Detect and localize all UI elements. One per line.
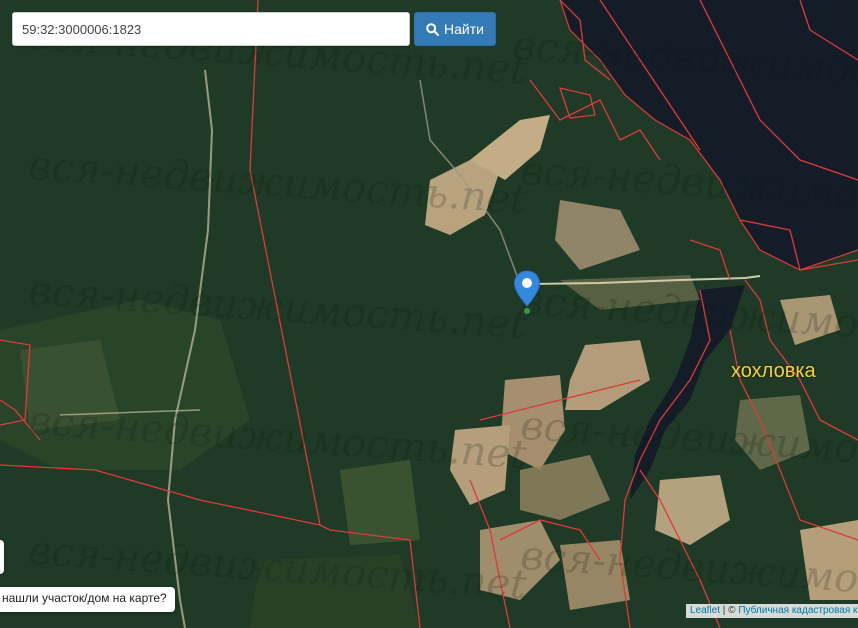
leaflet-link[interactable]: Leaflet xyxy=(690,605,720,616)
map-pin-icon[interactable] xyxy=(513,270,541,314)
satellite-imagery xyxy=(0,0,858,628)
map-view[interactable]: вся-недвижимость.net вся-недвижимость.ne… xyxy=(0,0,858,628)
place-label: хохловка xyxy=(731,360,816,382)
map-attribution: Leaflet | © Публичная кадастровая карта xyxy=(686,604,858,618)
attribution-separator: | © xyxy=(720,605,739,616)
search-icon xyxy=(426,22,440,36)
search-button-label: Найти xyxy=(444,21,484,37)
side-panel-toggle[interactable] xyxy=(0,540,4,574)
cadastral-number-search-input[interactable] xyxy=(12,12,410,46)
search-button[interactable]: Найти xyxy=(414,12,496,46)
cadastral-map-link[interactable]: Публичная кадастровая карта xyxy=(738,605,858,616)
feedback-prompt[interactable]: нашли участок/дом на карте? xyxy=(0,587,175,612)
